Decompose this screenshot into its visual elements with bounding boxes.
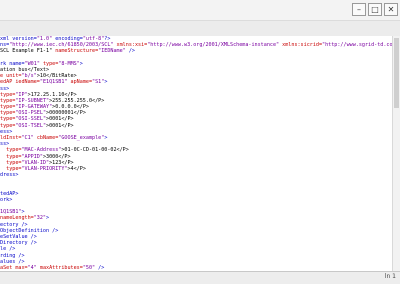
code-token: nameStructure= xyxy=(52,48,99,55)
code-token: "C1" xyxy=(21,135,34,141)
code-token: type= xyxy=(0,147,22,154)
code-token: e unit= xyxy=(0,73,22,80)
code-token: "IEDName" xyxy=(98,48,126,55)
code-token: "APPID" xyxy=(21,153,43,160)
code-token: "http://www.w3.org/2001/XMLSchema-instan… xyxy=(147,42,280,49)
code-token: type= xyxy=(0,153,22,160)
code-token: rk name= xyxy=(0,60,25,67)
code-token: "MAC-Address" xyxy=(21,147,62,154)
code-token: >4</P> xyxy=(67,165,86,172)
maximize-button[interactable]: □ xyxy=(368,3,382,16)
window-controls: – □ ✕ xyxy=(352,3,398,16)
title-bar: – □ ✕ xyxy=(0,0,400,20)
code-token: dress> xyxy=(0,172,19,179)
status-bar: ln 1 xyxy=(0,271,400,284)
code-token: "1.0" xyxy=(36,36,53,42)
code-token: ss> xyxy=(0,141,10,148)
code-token: >10</BitRate> xyxy=(36,73,77,80)
code-token: ldInst= xyxy=(0,135,22,141)
code-token: apName= xyxy=(67,79,93,86)
code-token: xml version= xyxy=(0,36,37,42)
toolbar xyxy=(0,20,400,37)
code-token: SCL Example F1-1" xyxy=(0,48,53,55)
code-token: type= xyxy=(0,116,16,123)
code-token: edAP iedName= xyxy=(0,79,40,86)
code-token: ectory /> xyxy=(0,221,28,228)
code-token: type= xyxy=(0,159,22,166)
code-token: >255.255.255.0</P> xyxy=(49,97,105,104)
code-token: >0001</P> xyxy=(46,122,74,129)
code-token: type= xyxy=(0,110,16,117)
code-token: Directory /> xyxy=(0,240,37,247)
code-token: type= xyxy=(0,104,16,111)
code-token: > xyxy=(21,209,25,216)
scrollbar-thumb[interactable] xyxy=(394,38,399,108)
vertical-scrollbar[interactable] xyxy=(392,36,400,272)
code-token: 1Q1SB1" xyxy=(0,209,22,216)
code-token: > xyxy=(79,60,83,67)
code-token: encoding= xyxy=(52,36,83,42)
code-token: type= xyxy=(0,122,16,129)
code-token: "IP-GATEWAY" xyxy=(15,104,53,111)
code-token: ork> xyxy=(0,196,13,203)
code-token: "http://www.sgrid-td.com/SCL.ext" xyxy=(322,42,393,49)
code-token: "VLAN-ID" xyxy=(21,159,50,166)
code-token: ObjectDefinition /> xyxy=(0,227,59,234)
code-token: type= xyxy=(0,97,16,104)
code-token: "utf-8" xyxy=(82,36,105,42)
code-token: "E1Q1SB1" xyxy=(39,79,68,86)
code-token: "GOOSE_example" xyxy=(58,135,105,141)
code-token: "http://www.iec.ch/61850/2003/SCL" xyxy=(9,42,114,49)
code-token: ation bus</Text> xyxy=(0,66,50,73)
code-token: >0001</P> xyxy=(46,116,74,123)
code-token: "W01" xyxy=(24,60,40,67)
code-token: le /> xyxy=(0,246,16,253)
code-token: nameLength= xyxy=(0,215,34,222)
code-token: cbName= xyxy=(33,135,59,141)
code-token: > xyxy=(46,215,50,222)
code-token: "OSI-SSEL" xyxy=(15,116,47,123)
code-token: >123</P> xyxy=(49,159,74,166)
code-token: rding /> xyxy=(0,252,25,259)
code-token: xmlns:sicrid= xyxy=(279,42,323,49)
code-token: "S1" xyxy=(92,79,105,86)
code-token: xmlns:xsi= xyxy=(113,42,148,49)
code-token: >3000</P> xyxy=(42,153,71,160)
code-token: tedAP> xyxy=(0,190,19,197)
xml-editor[interactable]: xml version="1.0" encoding="utf-8"?> ns="… xyxy=(0,36,393,272)
code-token: ns= xyxy=(0,42,10,49)
close-button[interactable]: ✕ xyxy=(384,3,398,16)
code-token: /> xyxy=(125,48,135,55)
code-token: "8-MMS" xyxy=(58,60,80,67)
code-token: ss> xyxy=(0,85,10,92)
code-token: "VLAN-PRIORITY" xyxy=(21,165,68,172)
code-token: eSetValue /> xyxy=(0,234,37,240)
code-token: "IP" xyxy=(15,91,28,98)
code-token: ess> xyxy=(0,128,13,135)
code-token: "b/s" xyxy=(21,73,37,80)
code-token: > xyxy=(104,79,108,86)
code-token: "OSI-PSEL" xyxy=(15,110,47,117)
code-token: "OSI-TSEL" xyxy=(15,122,47,129)
code-token: "IP-SUBNET" xyxy=(15,97,50,104)
code-token: alues /> xyxy=(0,258,25,265)
code-token: >0.0.0.0</P> xyxy=(52,104,89,111)
code-token: type= xyxy=(0,165,22,172)
minimize-button[interactable]: – xyxy=(352,3,366,16)
code-token: >01-0C-CD-01-00-02</P> xyxy=(61,147,129,154)
code-token: >172.25.1.10</P> xyxy=(27,91,77,98)
code-token: "32" xyxy=(33,215,47,222)
code-token: type= xyxy=(0,91,16,98)
cursor-position: ln 1 xyxy=(384,273,396,280)
code-token: > xyxy=(104,135,108,141)
code-token: >00000001</P> xyxy=(46,110,86,117)
code-token: type= xyxy=(39,60,59,67)
code-token: ?> xyxy=(104,36,111,42)
